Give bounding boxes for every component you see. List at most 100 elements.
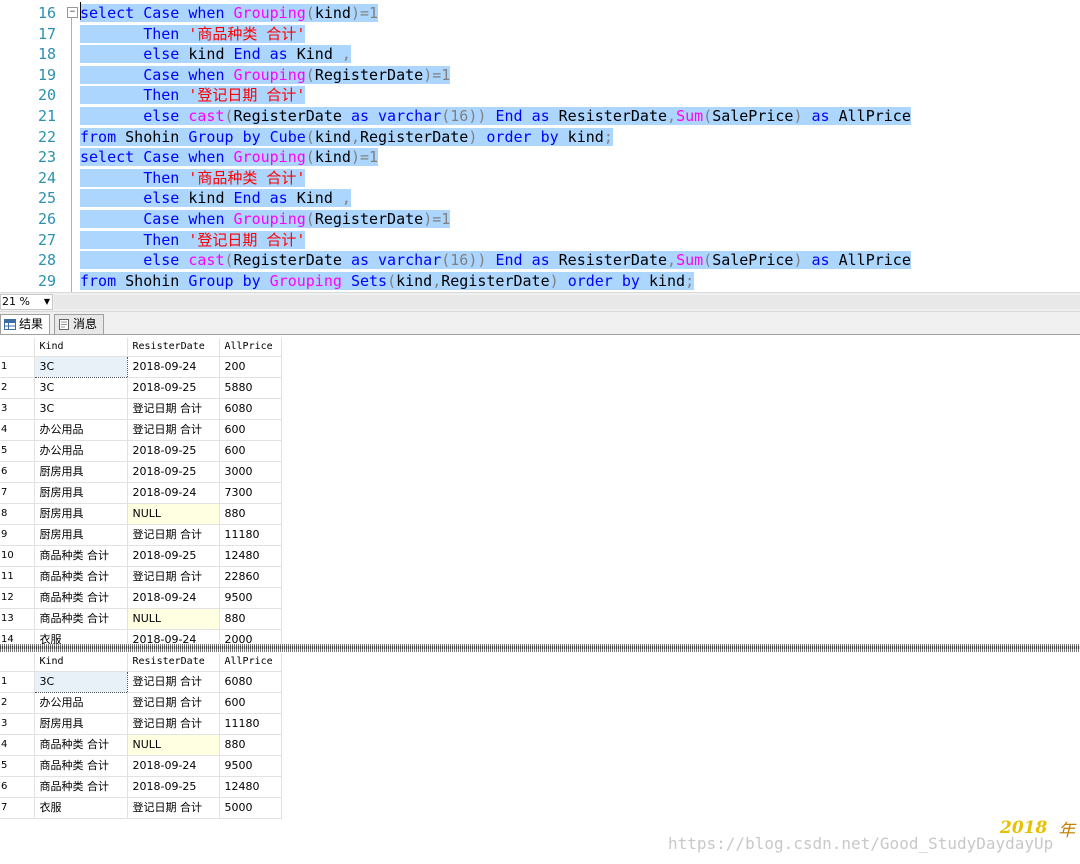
table-cell[interactable]: 厨房用具 (34, 524, 128, 546)
table-cell[interactable]: 厨房用具 (34, 461, 128, 483)
code-line[interactable]: Then '商品种类 合计' (80, 168, 306, 189)
zoom-select[interactable]: 21 % ▼ (0, 294, 53, 310)
code-line[interactable]: select Case when Grouping(kind)=1 (80, 147, 379, 168)
column-header[interactable]: Kind (34, 338, 128, 357)
table-row[interactable]: 7 厨房用具 2018-09-24 7300 (0, 482, 282, 504)
column-header[interactable]: ResisterDate (127, 653, 220, 672)
table-row[interactable]: 1 3C 登记日期 合计 6080 (0, 671, 282, 693)
row-number[interactable]: 14 (0, 629, 35, 644)
table-cell[interactable]: 办公用品 (34, 440, 128, 462)
table-row[interactable]: 1 3C 2018-09-24 200 (0, 356, 282, 378)
row-header-corner[interactable] (0, 653, 35, 672)
row-number[interactable]: 3 (0, 398, 35, 420)
table-row[interactable]: 7 衣服 登记日期 合计 5000 (0, 797, 282, 819)
table-cell[interactable]: 商品种类 合计 (34, 566, 128, 588)
row-number[interactable]: 1 (0, 671, 35, 693)
code-line[interactable]: select Case when Grouping(kind)=1 (80, 3, 379, 24)
table-row[interactable]: 13 商品种类 合计 NULL 880 (0, 608, 282, 630)
table-cell[interactable]: 22860 (219, 566, 282, 588)
table-row[interactable]: 2 办公用品 登记日期 合计 600 (0, 692, 282, 714)
table-cell[interactable]: 3C (34, 398, 128, 420)
row-number[interactable]: 4 (0, 419, 35, 441)
table-cell[interactable]: 2018-09-24 (127, 482, 220, 504)
row-number[interactable]: 4 (0, 734, 35, 756)
table-cell[interactable]: 3000 (219, 461, 282, 483)
grid-splitter-handle[interactable] (0, 646, 1080, 649)
table-cell[interactable]: 商品种类 合计 (34, 587, 128, 609)
code-line[interactable]: Then '登记日期 合计' (80, 85, 306, 106)
table-cell[interactable]: 600 (219, 419, 282, 441)
table-cell[interactable]: 880 (219, 503, 282, 525)
table-cell[interactable]: 2018-09-25 (127, 545, 220, 567)
table-row[interactable]: 3 厨房用具 登记日期 合计 11180 (0, 713, 282, 735)
table-row[interactable]: 8 厨房用具 NULL 880 (0, 503, 282, 525)
table-row[interactable]: 10 商品种类 合计 2018-09-25 12480 (0, 545, 282, 567)
code-line[interactable]: Case when Grouping(RegisterDate)=1 (80, 65, 451, 86)
table-row[interactable]: 6 商品种类 合计 2018-09-25 12480 (0, 776, 282, 798)
table-cell[interactable]: 登记日期 合计 (127, 398, 220, 420)
table-cell[interactable]: 商品种类 合计 (34, 734, 128, 756)
table-row[interactable]: 6 厨房用具 2018-09-25 3000 (0, 461, 282, 483)
table-cell[interactable]: 办公用品 (34, 419, 128, 441)
table-cell[interactable]: 厨房用具 (34, 482, 128, 504)
table-cell[interactable]: 2000 (219, 629, 282, 644)
tab-results[interactable]: 结果 (0, 314, 51, 334)
table-cell[interactable]: 600 (219, 692, 282, 714)
table-cell[interactable]: 厨房用具 (34, 713, 128, 735)
table-row[interactable]: 12 商品种类 合计 2018-09-24 9500 (0, 587, 282, 609)
table-cell[interactable]: 2018-09-25 (127, 461, 220, 483)
row-number[interactable]: 13 (0, 608, 35, 630)
code-line[interactable]: Then '商品种类 合计' (80, 24, 306, 45)
table-cell[interactable]: 2018-09-24 (127, 629, 220, 644)
table-cell[interactable]: 880 (219, 608, 282, 630)
table-cell[interactable]: 衣服 (34, 629, 128, 644)
table-cell[interactable]: 登记日期 合计 (127, 692, 220, 714)
table-cell[interactable]: 办公用品 (34, 692, 128, 714)
table-cell[interactable]: 11180 (219, 713, 282, 735)
table-cell[interactable]: 12480 (219, 545, 282, 567)
code-line[interactable]: else kind End as Kind , (80, 44, 351, 65)
table-cell[interactable]: 6080 (219, 671, 282, 693)
table-cell[interactable]: 880 (219, 734, 282, 756)
chevron-down-icon[interactable]: ▼ (44, 295, 50, 309)
row-number[interactable]: 10 (0, 545, 35, 567)
row-number[interactable]: 6 (0, 776, 35, 798)
table-cell[interactable]: 3C (34, 377, 128, 399)
code-line[interactable]: else kind End as Kind , (80, 188, 351, 209)
collapse-icon[interactable]: − (67, 7, 78, 18)
result-grid-2[interactable]: Kind ResisterDate AllPrice 1 3C 登记日期 合计 6080 2… (0, 653, 1080, 833)
row-number[interactable]: 9 (0, 524, 35, 546)
table-cell[interactable]: 2018-09-25 (127, 377, 220, 399)
table-row[interactable]: 4 办公用品 登记日期 合计 600 (0, 419, 282, 441)
table-row[interactable]: 2 3C 2018-09-25 5880 (0, 377, 282, 399)
code-line[interactable]: Case when Grouping(RegisterDate)=1 (80, 209, 451, 230)
table-cell[interactable]: 商品种类 合计 (34, 545, 128, 567)
row-number[interactable]: 2 (0, 377, 35, 399)
row-number[interactable]: 2 (0, 692, 35, 714)
table-cell[interactable]: 3C (33, 356, 128, 378)
table-cell[interactable]: 商品种类 合计 (34, 608, 128, 630)
column-header[interactable]: ResisterDate (127, 338, 220, 357)
row-number[interactable]: 12 (0, 587, 35, 609)
table-cell[interactable]: 登记日期 合计 (127, 524, 220, 546)
result-grid-1[interactable]: Kind ResisterDate AllPrice 1 3C 2018-09-24 20… (0, 338, 1080, 644)
row-number[interactable]: 5 (0, 755, 35, 777)
row-number[interactable]: 8 (0, 503, 35, 525)
table-row[interactable]: 5 办公用品 2018-09-25 600 (0, 440, 282, 462)
sql-editor[interactable]: 16 17 18 19 20 21 22 23 24 25 26 27 28 29 − select Ca… (0, 0, 1080, 292)
table-cell[interactable]: 2018-09-25 (127, 440, 220, 462)
table-cell[interactable]: 12480 (219, 776, 282, 798)
table-cell[interactable]: NULL (127, 503, 220, 525)
table-cell[interactable]: 2018-09-24 (127, 755, 220, 777)
table-cell[interactable]: 200 (219, 356, 282, 378)
table-cell[interactable]: 9500 (219, 755, 282, 777)
table-cell[interactable]: 2018-09-25 (127, 776, 220, 798)
table-cell[interactable]: 5880 (219, 377, 282, 399)
code-line[interactable]: from Shohin Group by Cube(kind,RegisterD… (80, 127, 613, 148)
code-line[interactable]: else cast(RegisterDate as varchar(16)) E… (80, 106, 911, 127)
row-number[interactable]: 5 (0, 440, 35, 462)
table-cell[interactable]: 商品种类 合计 (34, 755, 128, 777)
tab-messages[interactable]: 消息 (54, 314, 105, 334)
table-cell[interactable]: 11180 (219, 524, 282, 546)
column-header[interactable]: Kind (34, 653, 128, 672)
